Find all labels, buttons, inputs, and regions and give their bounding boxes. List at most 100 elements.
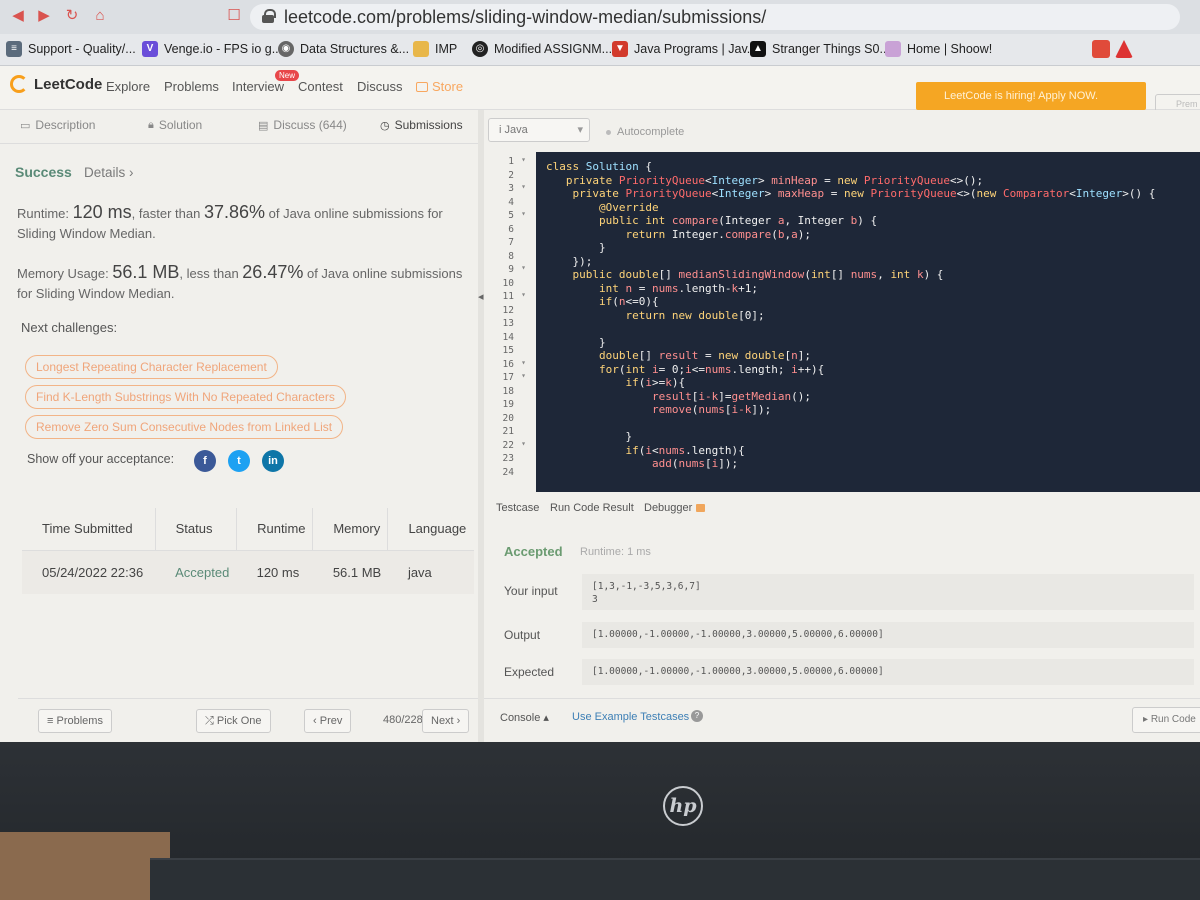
browser-toolbar: ◀ ▶ ↻ ⌂ ☐ leetcode.com/problems/sliding-…	[0, 0, 1200, 34]
debugger-label: Debugger	[644, 502, 693, 514]
pick-one-label: Pick One	[216, 715, 262, 727]
code-line: }	[546, 430, 633, 443]
code-line: if(i<nums.length){	[625, 443, 745, 457]
clock-icon: ◷	[380, 119, 390, 132]
facebook-icon[interactable]: f	[194, 450, 216, 472]
line-number: 9	[484, 263, 534, 278]
line-number: 12	[502, 304, 514, 316]
line-number: 21	[502, 426, 514, 437]
github-icon: ◎	[472, 41, 488, 57]
leetcode-logo[interactable]: LeetCode	[10, 75, 102, 93]
laptop-base	[150, 858, 1200, 900]
bookmark-imp[interactable]: IMP	[413, 41, 457, 57]
editor-toolbar: i Java Autocomplete	[484, 110, 1200, 150]
reload-icon[interactable]: ↻	[62, 6, 82, 26]
next-button[interactable]: Next ›	[422, 709, 470, 733]
line-number: 18	[502, 385, 514, 397]
code-editor[interactable]: class Solution { private PriorityQueue<I…	[536, 152, 1200, 492]
tab-testcase[interactable]: Testcase	[496, 502, 539, 514]
twitter-icon[interactable]: t	[228, 450, 250, 472]
extension-shield-icon[interactable]	[1092, 40, 1110, 58]
tab-debugger[interactable]: Debugger	[644, 502, 706, 514]
line-number: 14	[502, 331, 514, 343]
submissions-table: Time Submitted Status Runtime Memory Lan…	[22, 508, 474, 594]
console-button[interactable]: Console ▴	[500, 711, 549, 724]
tab-solution[interactable]: 🔒︎ Solution	[148, 118, 202, 132]
challenge-chip[interactable]: Find K-Length Substrings With No Repeate…	[25, 385, 346, 409]
pick-one-button[interactable]: ⤮ Pick One	[196, 709, 271, 733]
tab-label: Discuss (644)	[273, 118, 347, 132]
input-label: Your input	[504, 584, 558, 598]
line-number: 11	[484, 290, 534, 305]
line-number: 7	[508, 237, 514, 248]
problems-button[interactable]: ≡ Problems	[38, 709, 112, 733]
challenge-chip[interactable]: Remove Zero Sum Consecutive Nodes from L…	[25, 415, 344, 439]
nav-discuss[interactable]: Discuss	[357, 79, 403, 94]
bookmark-assignment[interactable]: ◎ Modified ASSIGNM...	[472, 41, 612, 57]
lock-icon: 🔒︎	[148, 118, 154, 131]
table-row[interactable]: 05/24/2022 22:36 Accepted 120 ms 56.1 MB…	[22, 550, 474, 594]
run-result-status: Accepted	[504, 544, 563, 559]
line-number: 5	[484, 209, 534, 224]
line-number: 20	[502, 412, 514, 424]
nav-interview[interactable]: Interview	[232, 79, 284, 94]
language-select[interactable]: i Java	[488, 118, 590, 142]
brand-name: LeetCode	[34, 75, 103, 93]
tab-run-code-result[interactable]: Run Code Result	[550, 502, 634, 514]
line-number: 23	[502, 453, 514, 464]
next-challenges-label: Next challenges:	[21, 320, 118, 335]
code-line: public double[] medianSlidingWindow(int[…	[572, 268, 944, 281]
autocomplete-label: Autocomplete	[617, 126, 685, 138]
output-label: Output	[504, 628, 541, 642]
show-off-label: Show off your acceptance:	[27, 452, 175, 466]
bookmark-shoow[interactable]: Home | Shoow!	[885, 41, 992, 57]
next-label: Next	[431, 715, 454, 727]
bookmark-star-icon[interactable]: ☐	[224, 6, 244, 26]
bookmark-data-structures[interactable]: ◉ Data Structures &...	[278, 41, 409, 57]
bookmark-venge[interactable]: V Venge.io - FPS io g...	[142, 41, 282, 57]
extension-triangle-icon[interactable]	[1115, 40, 1133, 58]
forward-icon[interactable]: ▶	[34, 6, 54, 26]
home-icon[interactable]: ⌂	[90, 6, 110, 26]
stranger-things-icon: ▲	[750, 41, 766, 57]
tab-submissions[interactable]: ◷ Submissions	[380, 118, 463, 132]
bookmark-java-programs[interactable]: ▼ Java Programs | Jav...	[612, 41, 757, 57]
code-line: double[] result = new double[n];	[598, 349, 811, 362]
challenge-chip[interactable]: Longest Repeating Character Replacement	[25, 355, 278, 379]
hiring-banner[interactable]: LeetCode is hiring! Apply NOW.	[916, 82, 1146, 110]
code-line: return new double[0];	[625, 308, 765, 322]
tab-description[interactable]: ▭ Description	[20, 118, 95, 132]
code-line: add(nums[i]);	[651, 457, 739, 470]
shuffle-icon: ⤮	[205, 715, 217, 727]
line-number: 13	[502, 318, 514, 329]
runtime-stat: Runtime: 120 ms, faster than 37.86% of J…	[17, 202, 477, 244]
bookmark-stranger-things[interactable]: ▲ Stranger Things S0...	[750, 41, 890, 57]
folder-icon	[413, 41, 429, 57]
tab-discuss[interactable]: ▤ Discuss (644)	[258, 118, 347, 132]
cell-status[interactable]: Accepted	[155, 550, 237, 594]
nav-problems[interactable]: Problems	[164, 79, 219, 94]
prev-button[interactable]: ‹ Prev	[304, 709, 352, 733]
col-status: Status	[154, 508, 237, 551]
nav-contest[interactable]: Contest	[298, 79, 343, 94]
nav-explore[interactable]: Explore	[106, 79, 150, 94]
run-code-button[interactable]: ▸ Run Code	[1132, 707, 1200, 733]
line-number: 2	[508, 169, 514, 181]
line-number: 1	[484, 155, 534, 170]
url-text[interactable]: leetcode.com/problems/sliding-window-med…	[284, 7, 766, 28]
line-number: 16	[484, 358, 534, 373]
tab-label: Solution	[158, 118, 203, 132]
bookmark-label: Java Programs | Jav...	[634, 42, 758, 56]
help-icon[interactable]: ?	[691, 710, 703, 722]
chevron-right-icon: ›	[453, 715, 461, 727]
back-icon[interactable]: ◀	[8, 6, 28, 26]
use-example-testcases-link[interactable]: Use Example Testcases	[572, 711, 689, 723]
right-panel: i Java Autocomplete 12345678910111213141…	[484, 110, 1200, 742]
bookmark-label: Home | Shoow!	[907, 42, 993, 56]
nav-store[interactable]: Store	[416, 79, 463, 94]
submission-status: Success	[15, 164, 72, 180]
autocomplete-toggle[interactable]: Autocomplete	[606, 126, 684, 138]
linkedin-icon[interactable]: in	[262, 450, 284, 472]
details-link[interactable]: Details ›	[84, 165, 134, 180]
bookmark-support[interactable]: ≡ Support - Quality/...	[6, 41, 136, 57]
